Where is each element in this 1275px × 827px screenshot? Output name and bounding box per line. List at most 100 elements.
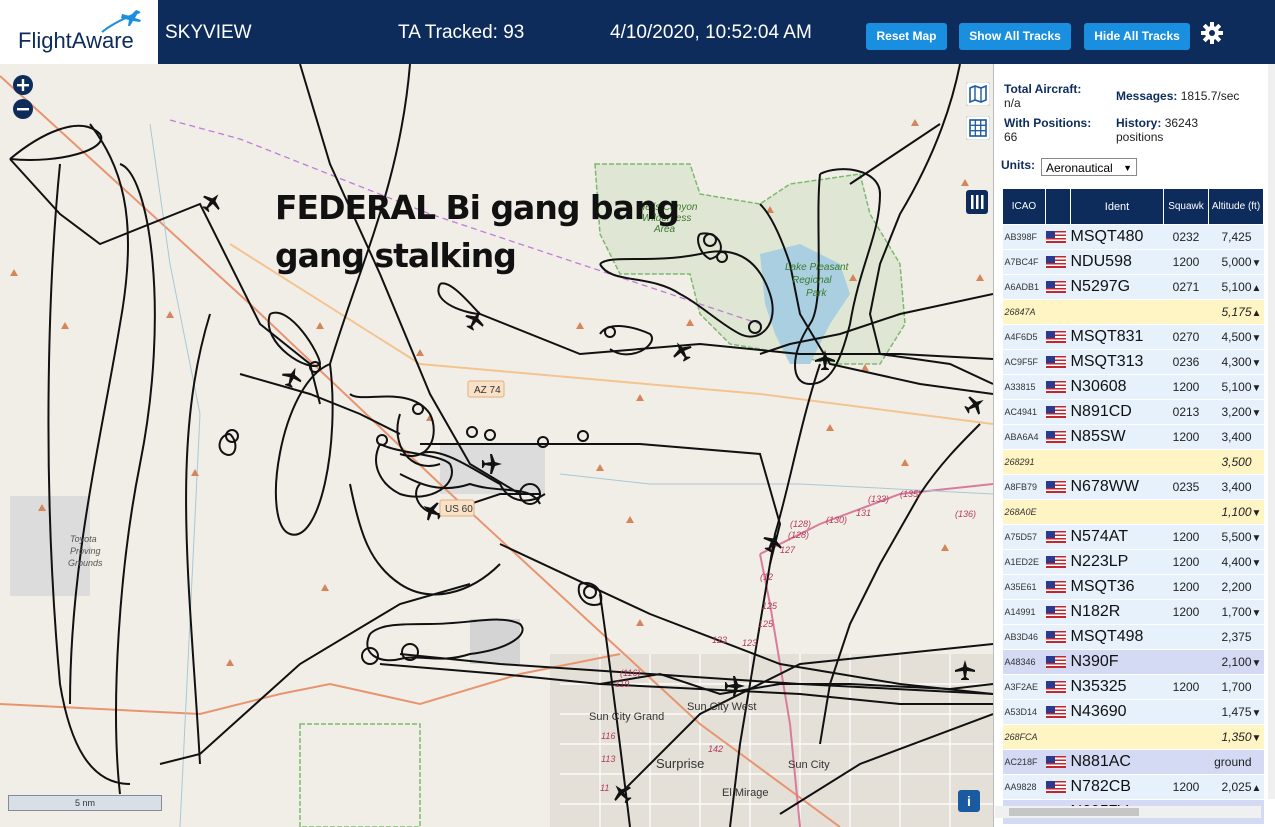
aircraft-icon[interactable] xyxy=(198,188,226,216)
altitude-cell: 5,000▼ xyxy=(1208,249,1264,275)
table-row[interactable]: AB398F MSQT480 0232 7,425 xyxy=(1002,224,1264,250)
flag-cell xyxy=(1045,599,1071,625)
table-row[interactable]: A3F2AE N35325 1200 1,700 xyxy=(1002,674,1264,700)
altitude-value: 2,200 xyxy=(1221,580,1252,594)
table-row[interactable]: A7BC4F NDU598 1200 5,000▼ xyxy=(1002,249,1264,275)
altitude-value: 1,700 xyxy=(1221,605,1252,619)
road-number-label: (136) xyxy=(955,509,976,519)
icao-cell: A7BC4F xyxy=(1002,249,1046,275)
total-aircraft-value: n/a xyxy=(1004,96,1021,110)
messages-label: Messages: xyxy=(1116,89,1178,103)
table-row[interactable]: A4F6D5 MSQT831 0270 4,500▼ xyxy=(1002,324,1264,350)
squawk-cell: 1200 xyxy=(1163,674,1209,700)
overlay-line-1: FEDERAL Bi gang bang xyxy=(275,188,680,227)
ident-cell: N30608 xyxy=(1070,374,1164,400)
vertical-scrollbar[interactable] xyxy=(1268,64,1275,799)
altitude-value: 7,425 xyxy=(1221,230,1252,244)
altitude-cell: 1,700▼ xyxy=(1208,599,1264,625)
column-ident[interactable]: Ident xyxy=(1070,188,1164,225)
flag-cell xyxy=(1045,299,1071,325)
table-row[interactable]: AC4941 N891CD 0213 3,200▼ xyxy=(1002,399,1264,425)
zoom-in-button[interactable] xyxy=(12,74,34,96)
road-number-label: (128) xyxy=(788,530,809,540)
table-row[interactable]: AC218F N881AC ground xyxy=(1002,749,1264,775)
squawk-cell xyxy=(1163,749,1209,775)
squawk-cell xyxy=(1163,624,1209,650)
column-altitude[interactable]: Altitude (ft) xyxy=(1208,188,1264,225)
aircraft-icon[interactable] xyxy=(961,391,988,418)
flag-cell xyxy=(1045,574,1071,600)
table-row[interactable]: AC9F5F MSQT313 0236 4,300▼ xyxy=(1002,349,1264,375)
road-number-label: 123 xyxy=(742,638,757,648)
grid-view-icon[interactable] xyxy=(966,116,990,140)
flag-cell xyxy=(1045,224,1071,250)
icao-cell: A4F6D5 xyxy=(1002,324,1046,350)
table-row[interactable]: A8FB79 N678WW 0235 3,400 xyxy=(1002,474,1264,500)
aircraft-table: ICAO Ident Squawk Altitude (ft) AB398F MS… xyxy=(1002,188,1264,825)
squawk-cell: 1200 xyxy=(1163,549,1209,575)
altitude-cell: 1,700 xyxy=(1208,674,1264,700)
label-proving: Proving xyxy=(70,546,101,556)
map-layers-icon[interactable] xyxy=(966,82,990,106)
with-positions-label: With Positions: xyxy=(1004,116,1092,130)
us-flag-icon xyxy=(1045,580,1066,593)
table-row[interactable]: A48346 N390F 2,100▼ xyxy=(1002,649,1264,675)
altitude-value: 4,400 xyxy=(1221,555,1252,569)
aircraft-panel: Total Aircraft: n/a With Positions: 66 M… xyxy=(993,64,1275,827)
road-number-label: 11 xyxy=(600,783,609,793)
table-row[interactable]: 268291 3,500 xyxy=(1002,449,1264,475)
altitude-cell: ground xyxy=(1208,749,1264,775)
zoom-out-button[interactable] xyxy=(12,98,34,120)
table-row[interactable]: AA9828 N782CB 1200 2,025▲ xyxy=(1002,774,1264,800)
squawk-cell: 0232 xyxy=(1163,224,1209,250)
table-row[interactable]: A6ADB1 N5297G 0271 5,100▲ xyxy=(1002,274,1264,300)
hide-all-tracks-button[interactable]: Hide All Tracks xyxy=(1084,23,1190,50)
altitude-cell: 1,475▼ xyxy=(1208,699,1264,725)
icao-cell: A48346 xyxy=(1002,649,1046,675)
table-row[interactable]: 268A0E 1,100▼ xyxy=(1002,499,1264,525)
altitude-value: 4,500 xyxy=(1221,330,1252,344)
flag-cell xyxy=(1045,249,1071,275)
table-row[interactable]: A35E61 MSQT36 1200 2,200 xyxy=(1002,574,1264,600)
table-row[interactable]: A75D57 N574AT 1200 5,500▼ xyxy=(1002,524,1264,550)
table-row[interactable]: A53D14 N43690 1,475▼ xyxy=(1002,699,1264,725)
column-icao[interactable]: ICAO xyxy=(1002,188,1046,225)
reset-map-button[interactable]: Reset Map xyxy=(866,23,947,50)
ident-cell: N182R xyxy=(1070,599,1164,625)
flag-cell xyxy=(1045,499,1071,525)
units-select[interactable]: Aeronautical ▼ xyxy=(1041,158,1137,176)
map-canvas[interactable]: (133) (135) (136) (128) (130) 131 (128) 127 (12 1… xyxy=(0,64,993,827)
table-row[interactable]: AB3D46 MSQT498 2,375 xyxy=(1002,624,1264,650)
table-row[interactable]: 268FCA 1,350▼ xyxy=(1002,724,1264,750)
horizontal-scrollbar[interactable] xyxy=(995,806,1261,818)
squawk-cell: 1200 xyxy=(1163,599,1209,625)
table-row[interactable]: A1ED2E N223LP 1200 4,400▼ xyxy=(1002,549,1264,575)
header-bar: FlightAware SKYVIEW TA Tracked: 93 4/10/… xyxy=(0,0,1275,64)
panel-toggle-icon[interactable] xyxy=(966,190,988,214)
us-flag-icon xyxy=(1045,605,1066,618)
table-row[interactable]: A14991 N182R 1200 1,700▼ xyxy=(1002,599,1264,625)
us-flag-icon xyxy=(1045,705,1066,718)
show-all-tracks-button[interactable]: Show All Tracks xyxy=(959,23,1071,50)
ident-cell: N678WW xyxy=(1070,474,1164,500)
flag-cell xyxy=(1045,424,1071,450)
altitude-trend-icon: ▼ xyxy=(1251,733,1262,744)
column-flag[interactable] xyxy=(1045,188,1071,225)
icao-cell: A14991 xyxy=(1002,599,1046,625)
map-view[interactable]: (133) (135) (136) (128) (130) 131 (128) 127 (12 1… xyxy=(0,64,993,827)
table-row[interactable]: 26847A 5,175▲ xyxy=(1002,299,1264,325)
road-number-label: (116) xyxy=(620,668,640,678)
scroll-thumb[interactable] xyxy=(1009,808,1139,816)
gear-icon[interactable] xyxy=(1200,21,1224,45)
table-row[interactable]: ABA6A4 N85SW 1200 3,400 xyxy=(1002,424,1264,450)
flightaware-logo[interactable]: FlightAware xyxy=(0,0,158,64)
flag-cell xyxy=(1045,274,1071,300)
ident-cell xyxy=(1070,449,1164,475)
info-button[interactable]: i xyxy=(958,790,980,812)
table-row[interactable]: A33815 N30608 1200 5,100▼ xyxy=(1002,374,1264,400)
column-squawk[interactable]: Squawk xyxy=(1163,188,1209,225)
altitude-cell: 2,375 xyxy=(1208,624,1264,650)
aircraft-icon[interactable] xyxy=(668,337,695,364)
altitude-value: 3,500 xyxy=(1221,455,1252,469)
icao-cell: 268FCA xyxy=(1002,724,1046,750)
